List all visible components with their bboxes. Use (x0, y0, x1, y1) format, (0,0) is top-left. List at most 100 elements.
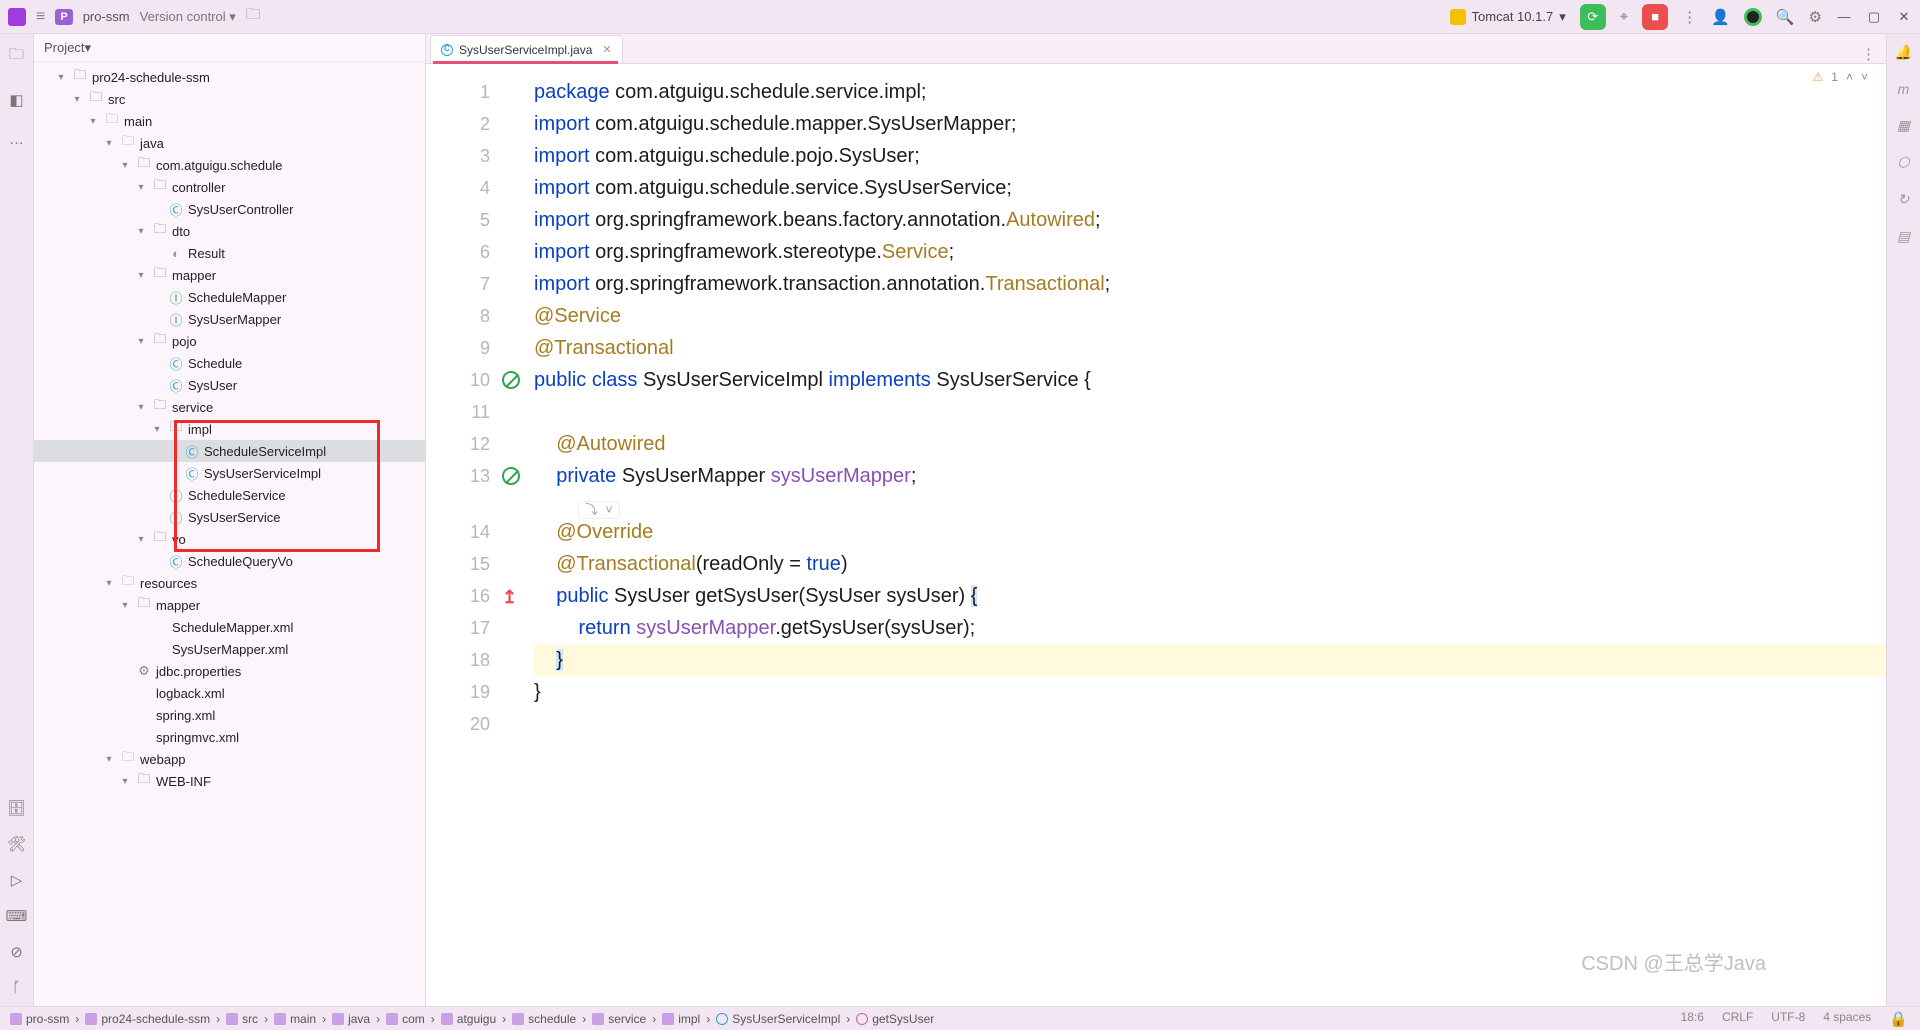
database-icon[interactable]: 🗄 (7, 799, 26, 817)
avatar[interactable] (1744, 8, 1762, 26)
tool1-icon[interactable]: ↻ (1898, 191, 1910, 208)
code-editor[interactable]: ⚠ 1 ˄ ˅ 1234567891011121314151617181920 … (426, 64, 1886, 1006)
breadcrumb-com[interactable]: com (386, 1012, 425, 1026)
version-control-dropdown[interactable]: Version control ▾ (140, 9, 236, 25)
gradle-icon[interactable]: ⬡ (1897, 154, 1909, 171)
tree-item-logback-xml[interactable]: logback.xml (34, 682, 425, 704)
tree-item-schedulequeryvo[interactable]: ⒸScheduleQueryVo (34, 550, 425, 572)
tool2-icon[interactable]: ▤ (1897, 228, 1910, 245)
account-icon[interactable]: 👤 (1711, 8, 1730, 26)
tree-item-pojo[interactable]: ▾🗀pojo (34, 330, 425, 352)
tree-item-springmvc-xml[interactable]: springmvc.xml (34, 726, 425, 748)
breadcrumb-main[interactable]: main (274, 1012, 316, 1026)
tree-item-mapper[interactable]: ▾🗀mapper (34, 264, 425, 286)
status-bar: pro-ssm›pro24-schedule-ssm›src›main›java… (0, 1006, 1920, 1030)
tree-item-jdbc-properties[interactable]: ⚙jdbc.properties (34, 660, 425, 682)
more-tool-icon[interactable]: … (9, 131, 24, 148)
tree-item-impl[interactable]: ▾🗀impl (34, 418, 425, 440)
tree-item-schedulemapper[interactable]: ⒾScheduleMapper (34, 286, 425, 308)
maven-icon[interactable]: m (1898, 81, 1910, 97)
caret-position[interactable]: 18:6 (1681, 1010, 1704, 1028)
project-tree[interactable]: ▾🗀pro24-schedule-ssm▾🗀src▾🗀main▾🗀java▾🗀c… (34, 62, 425, 1006)
tree-item-result[interactable]: ◐Result (34, 242, 425, 264)
tree-item-scheduleserviceimpl[interactable]: ⒸScheduleServiceImpl (34, 440, 425, 462)
tree-item-sysusermapper-xml[interactable]: SysUserMapper.xml (34, 638, 425, 660)
chevron-up-icon[interactable]: ˄ (1846, 70, 1853, 84)
tree-item-vo[interactable]: ▾🗀vo (34, 528, 425, 550)
problems-icon[interactable]: ⊘ (10, 943, 23, 961)
tree-item-sysusermapper[interactable]: ⒾSysUserMapper (34, 308, 425, 330)
tree-item-service[interactable]: ▾🗀service (34, 396, 425, 418)
code-content[interactable]: package com.atguigu.schedule.service.imp… (500, 64, 1886, 1006)
tree-item-web-inf[interactable]: ▾🗀WEB-INF (34, 770, 425, 792)
breadcrumb-pro24-schedule-ssm[interactable]: pro24-schedule-ssm (85, 1012, 210, 1026)
close-icon[interactable]: ✕ (1896, 9, 1912, 25)
readonly-lock-icon[interactable]: 🔒 (1889, 1010, 1908, 1028)
hammer-icon[interactable]: 🛠 (7, 835, 26, 853)
tree-item-resources[interactable]: ▾🗀resources (34, 572, 425, 594)
tree-item-sysuserserviceimpl[interactable]: ⒸSysUserServiceImpl (34, 462, 425, 484)
git-icon[interactable]: ᚵ (12, 979, 21, 996)
tree-item-controller[interactable]: ▾🗀controller (34, 176, 425, 198)
project-name[interactable]: pro-ssm (83, 9, 130, 24)
stop-button[interactable]: ■ (1642, 4, 1668, 30)
maximize-icon[interactable]: ▢ (1866, 9, 1882, 25)
editor-tabs: SysUserServiceImpl.java ✕ ⋮ (426, 34, 1886, 64)
tree-item-sysusercontroller[interactable]: ⒸSysUserController (34, 198, 425, 220)
project-badge[interactable]: P (55, 9, 72, 25)
tree-item-com-atguigu-schedule[interactable]: ▾🗀com.atguigu.schedule (34, 154, 425, 176)
tree-item-pro24-schedule-ssm[interactable]: ▾🗀pro24-schedule-ssm (34, 66, 425, 88)
breadcrumb-service[interactable]: service (592, 1012, 646, 1026)
open-folder-icon[interactable]: 🗀 (246, 4, 261, 29)
breadcrumb-src[interactable]: src (226, 1012, 258, 1026)
breadcrumb-getsysuser[interactable]: getSysUser (856, 1012, 934, 1026)
tree-item-scheduleservice[interactable]: ⒾScheduleService (34, 484, 425, 506)
breadcrumb-pro-ssm[interactable]: pro-ssm (10, 1012, 69, 1026)
hamburger-icon[interactable]: ≡ (36, 8, 45, 26)
indent[interactable]: 4 spaces (1823, 1010, 1871, 1028)
run-config-selector[interactable]: Tomcat 10.1.7 ▾ (1450, 9, 1566, 25)
more-icon[interactable]: ⋮ (1682, 8, 1697, 26)
breadcrumb-impl[interactable]: impl (662, 1012, 700, 1026)
tree-item-webapp[interactable]: ▾🗀webapp (34, 748, 425, 770)
line-separator[interactable]: CRLF (1722, 1010, 1753, 1028)
tree-item-schedulemapper-xml[interactable]: ScheduleMapper.xml (34, 616, 425, 638)
tab-sysuserserviceimpl[interactable]: SysUserServiceImpl.java ✕ (430, 35, 623, 63)
tree-item-mapper[interactable]: ▾🗀mapper (34, 594, 425, 616)
project-tool-icon[interactable]: 🗀 (9, 44, 24, 69)
tree-item-sysuserservice[interactable]: ⒾSysUserService (34, 506, 425, 528)
warning-count: 1 (1831, 70, 1838, 84)
tree-item-schedule[interactable]: ⒸSchedule (34, 352, 425, 374)
notifications-icon[interactable]: 🔔 (1895, 44, 1912, 61)
breadcrumb-sysuserserviceimpl[interactable]: SysUserServiceImpl (716, 1012, 840, 1026)
tree-item-java[interactable]: ▾🗀java (34, 132, 425, 154)
line-number-gutter[interactable]: 1234567891011121314151617181920 (426, 64, 500, 1006)
breadcrumb-schedule[interactable]: schedule (512, 1012, 576, 1026)
tab-close-icon[interactable]: ✕ (602, 43, 611, 56)
tree-item-dto[interactable]: ▾🗀dto (34, 220, 425, 242)
chevron-down-icon[interactable]: ˅ (1861, 70, 1868, 84)
run-tool-icon[interactable]: ▷ (11, 871, 23, 889)
inspection-badge[interactable]: ⚠ 1 ˄ ˅ (1813, 70, 1868, 84)
breadcrumb[interactable]: pro-ssm›pro24-schedule-ssm›src›main›java… (0, 1012, 934, 1026)
terminal-icon[interactable]: ⌨ (6, 907, 28, 925)
encoding[interactable]: UTF-8 (1771, 1010, 1805, 1028)
search-icon[interactable]: 🔍 (1776, 8, 1795, 26)
tree-item-sysuser[interactable]: ⒸSysUser (34, 374, 425, 396)
left-tool-gutter: 🗀 ◧ … 🗄 🛠 ▷ ⌨ ⊘ ᚵ (0, 34, 34, 1006)
tree-item-spring-xml[interactable]: spring.xml (34, 704, 425, 726)
breadcrumb-atguigu[interactable]: atguigu (441, 1012, 496, 1026)
tree-item-src[interactable]: ▾🗀src (34, 88, 425, 110)
tree-item-main[interactable]: ▾🗀main (34, 110, 425, 132)
minimize-icon[interactable]: — (1836, 9, 1852, 25)
warning-icon: ⚠ (1813, 70, 1824, 84)
breadcrumb-java[interactable]: java (332, 1012, 370, 1026)
settings-icon[interactable]: ⚙ (1809, 8, 1822, 26)
structure-tool-icon[interactable]: ◧ (9, 91, 23, 109)
tab-options-icon[interactable]: ⋮ (1861, 45, 1876, 63)
editor-area: SysUserServiceImpl.java ✕ ⋮ ⚠ 1 ˄ ˅ 1234… (426, 34, 1886, 1006)
debug-icon[interactable]: ⌖ (1620, 8, 1628, 25)
project-panel-title[interactable]: Project ▾ (34, 34, 425, 62)
rerun-button[interactable]: ⟳ (1580, 4, 1606, 30)
db-tool-icon[interactable]: ▦ (1897, 117, 1910, 134)
